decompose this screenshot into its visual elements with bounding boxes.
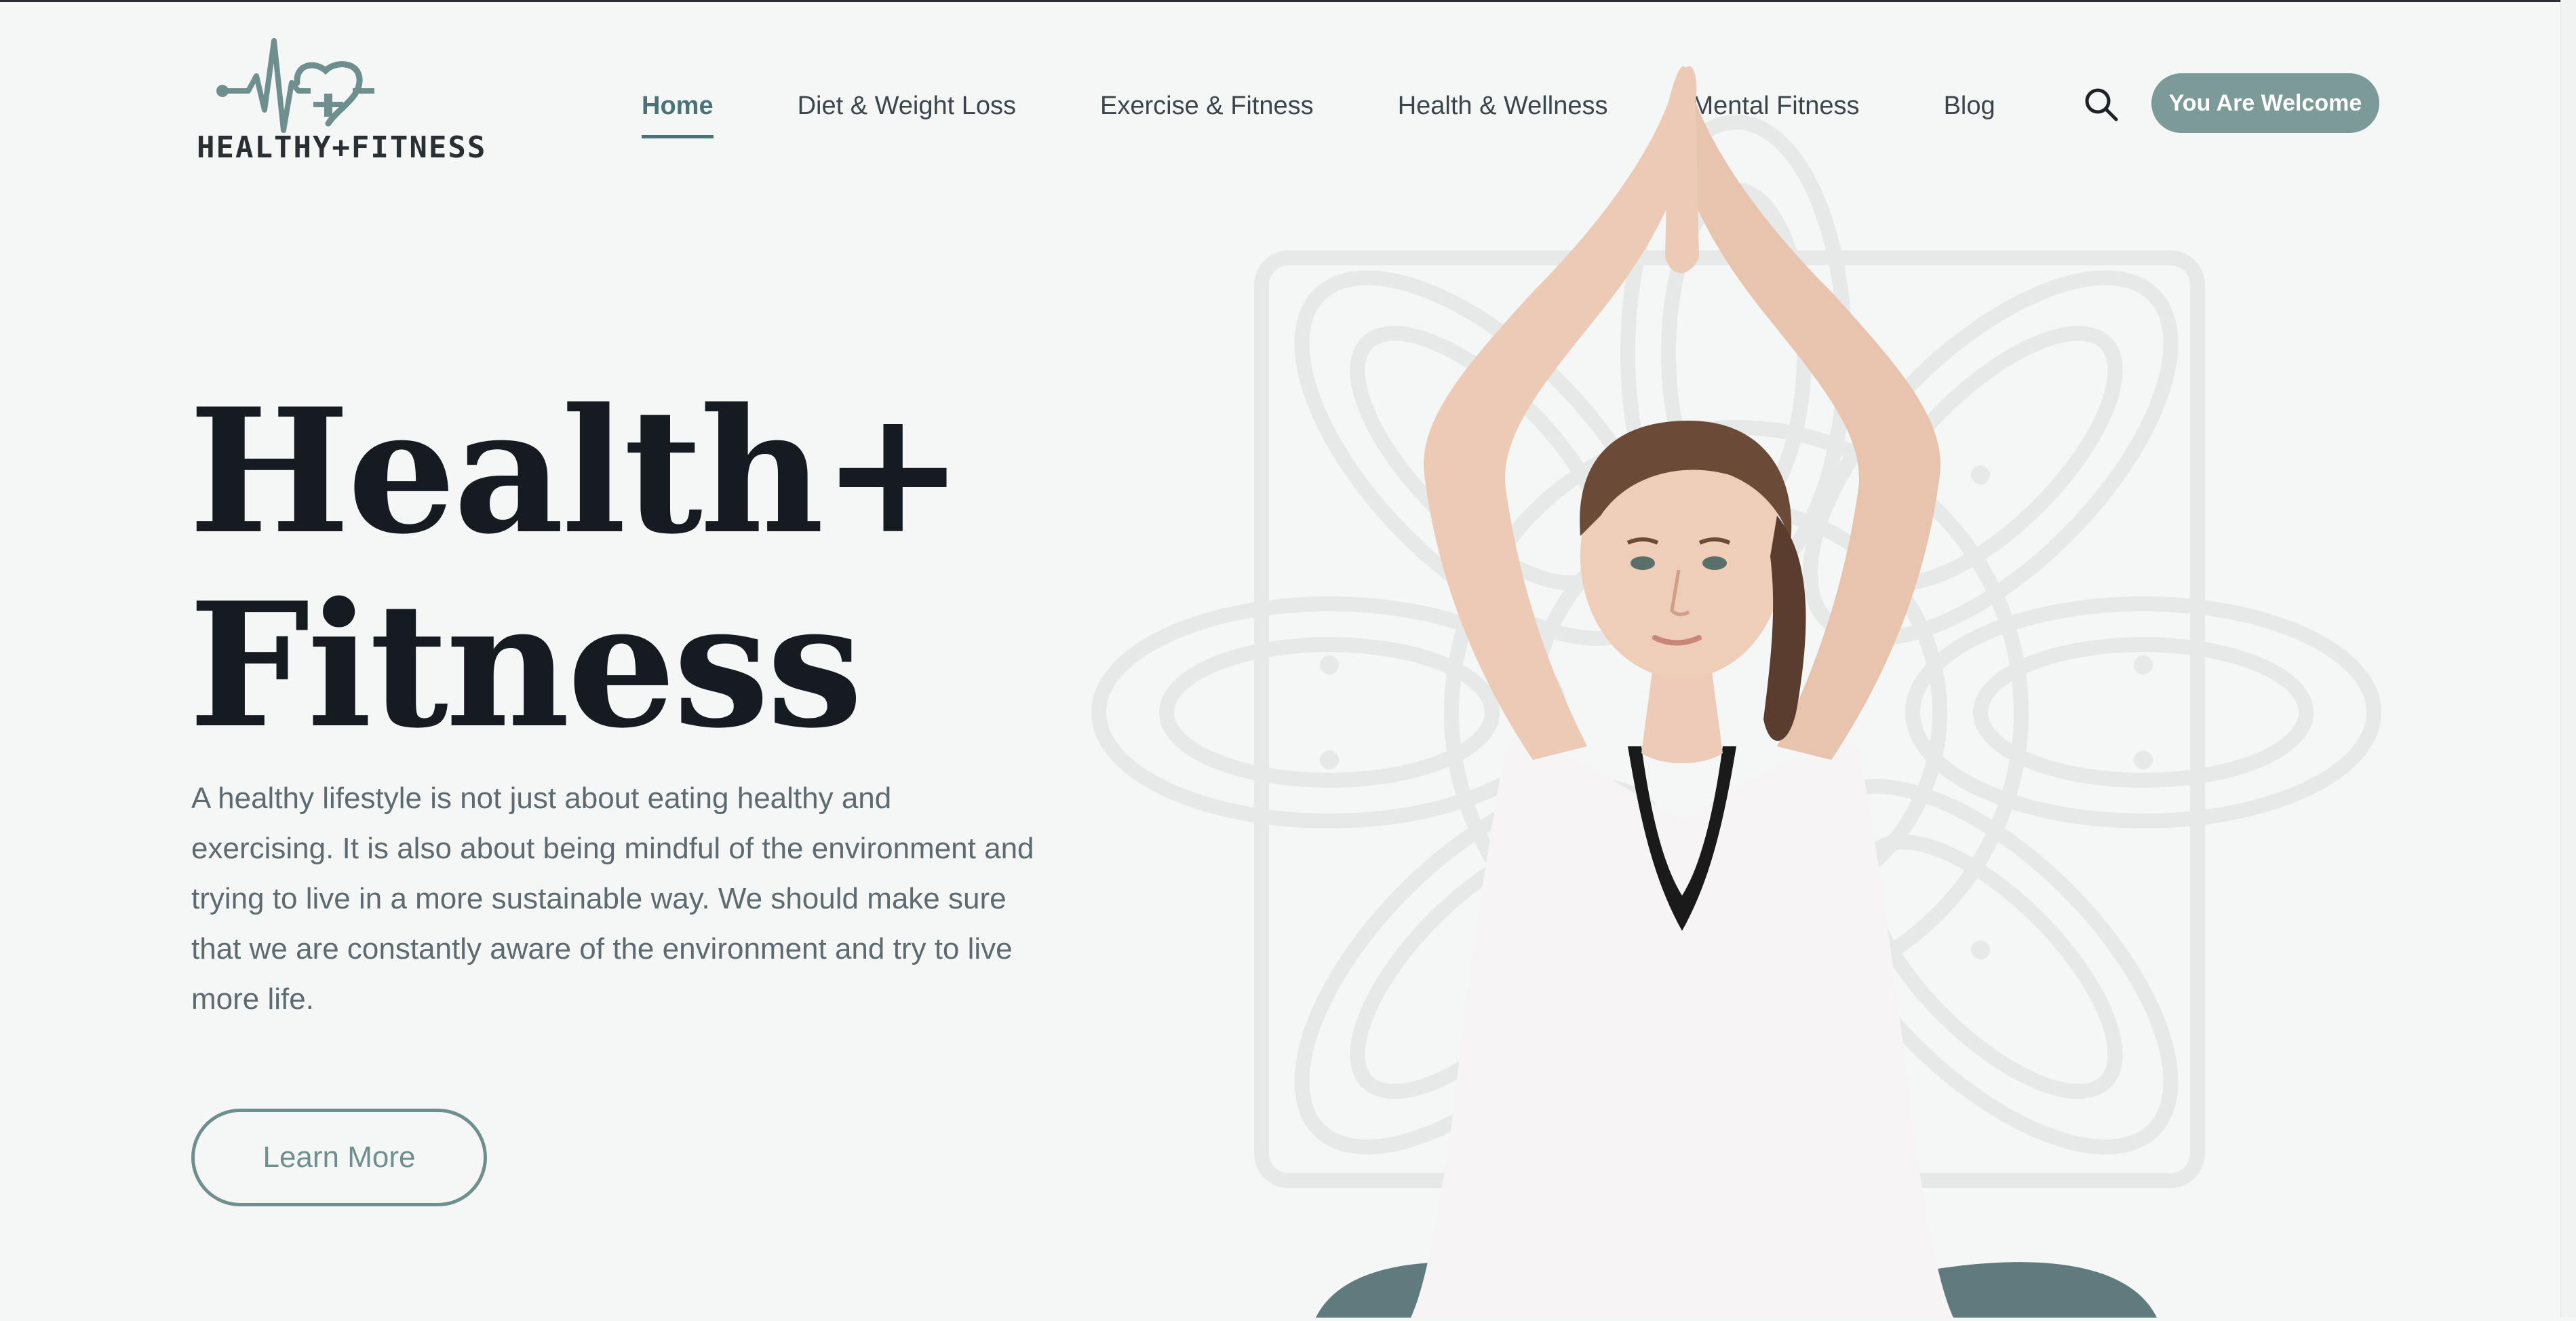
hero-description: A healthy lifestyle is not just about ea… — [191, 782, 1034, 1016]
hero-title-line-1: Health+ — [189, 371, 964, 572]
nav-item-diet-weight-loss[interactable]: Diet & Weight Loss — [798, 92, 1016, 121]
hero-title-line-2: Fitness — [189, 565, 863, 766]
yoga-woman-mandala-illustration — [1091, 66, 2381, 1318]
logo-wordmark: HEALTHY+FITNESS — [197, 130, 487, 165]
hero-title: Health+ Fitness — [189, 375, 1138, 763]
nav-item-home[interactable]: Home — [642, 92, 714, 138]
hero-image — [1058, 0, 2415, 1318]
learn-more-button[interactable]: Learn More — [191, 1109, 487, 1206]
scrollbar[interactable] — [2560, 0, 2576, 1318]
